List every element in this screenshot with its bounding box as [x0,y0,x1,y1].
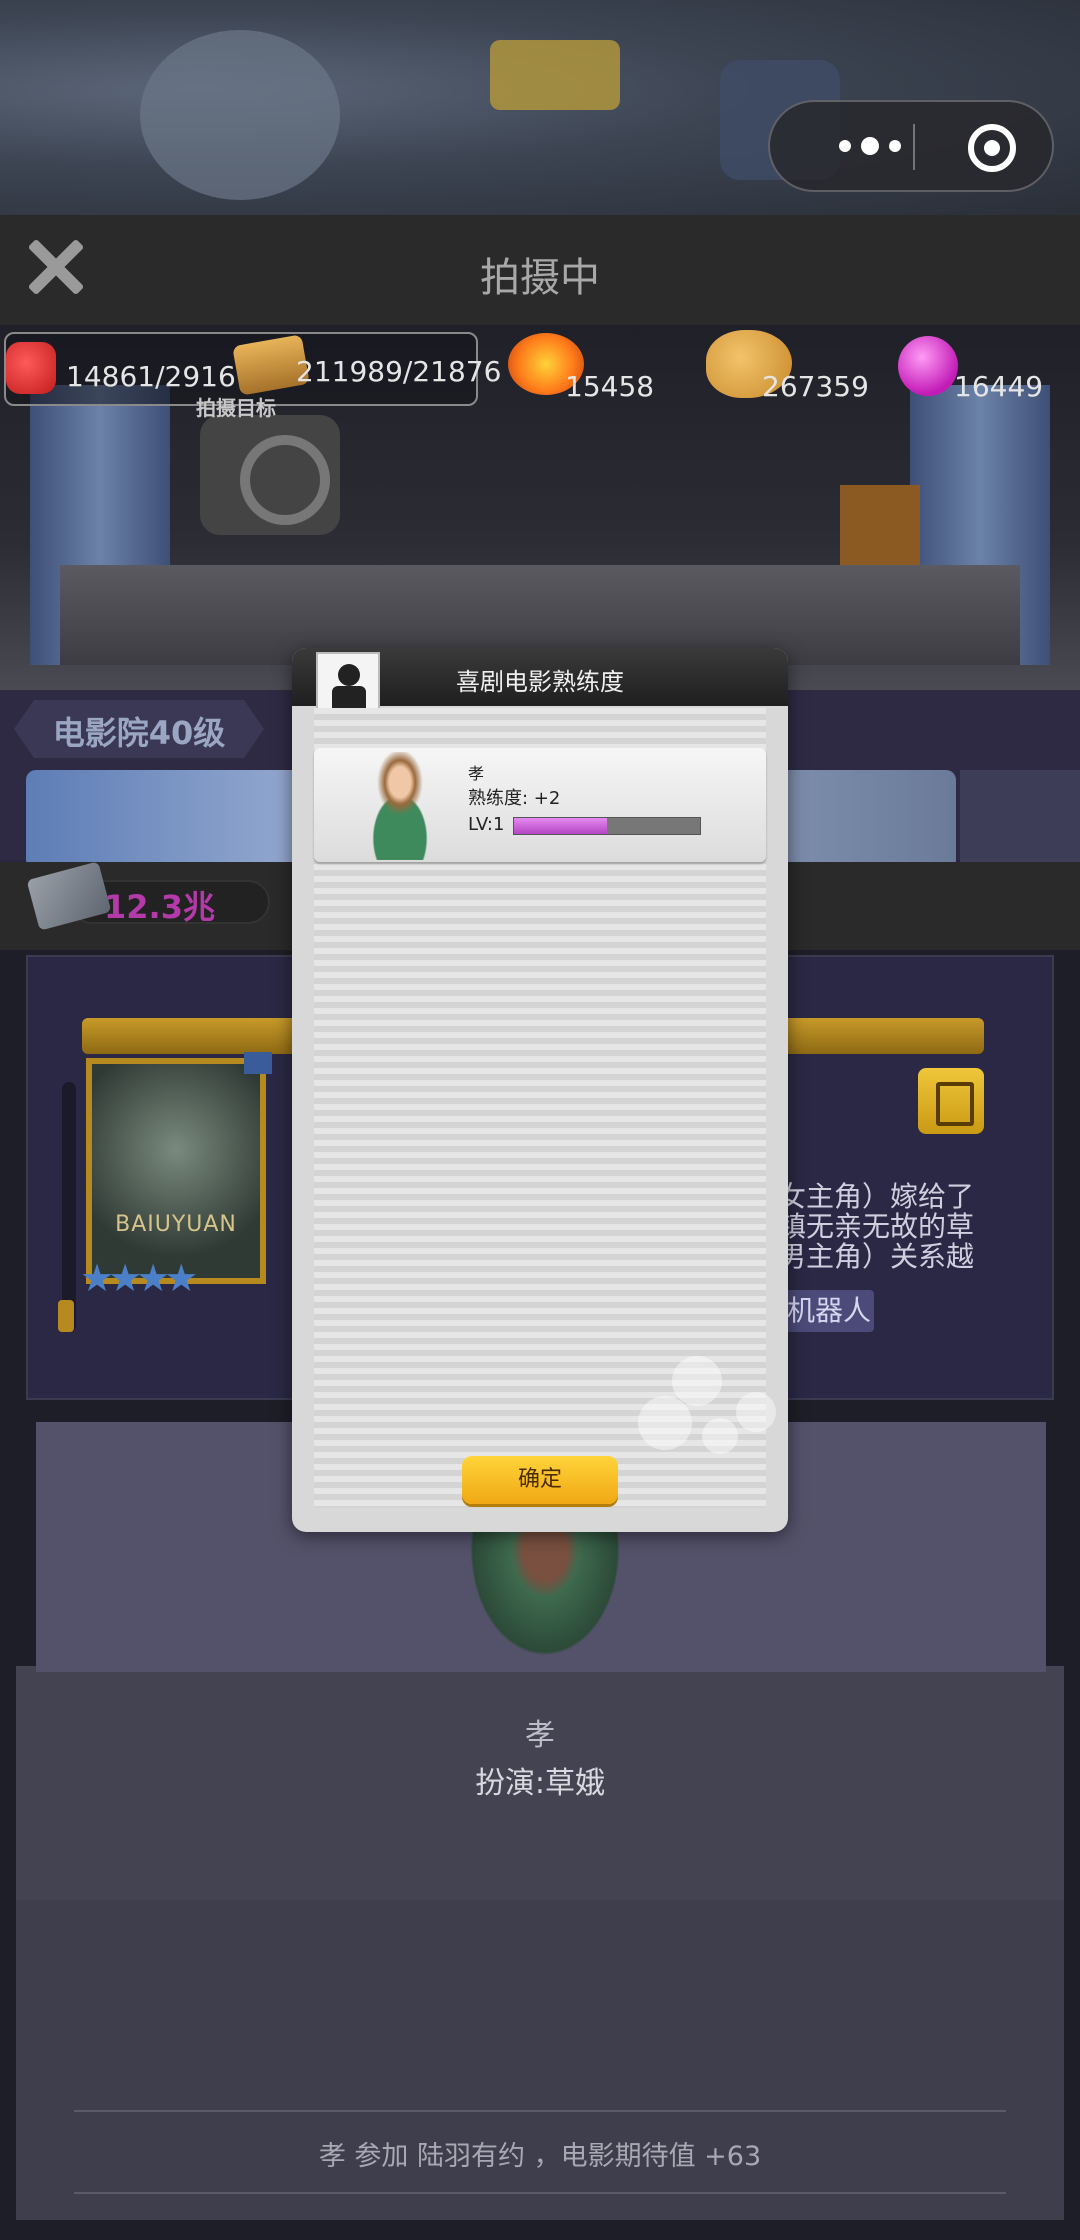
poster-title: BAIUYUAN [115,1212,237,1237]
decor-bubble [672,1356,722,1406]
cinema-level-text: 电影院40级 [52,714,226,752]
character-avatar [346,752,454,860]
level-progress-fill [514,818,607,834]
resource-value: 211989/21876 [296,355,502,388]
resource-value: 15458 [565,370,655,403]
confirm-button[interactable]: 确定 [462,1456,618,1504]
actor-name: 孝 [525,1718,555,1753]
role-tag: 机器人 [784,1290,874,1332]
resource-value: 16449 [954,370,1044,403]
divider [74,2110,1006,2112]
header-bar: 拍摄中 [0,215,1080,325]
edit-button[interactable] [918,1068,984,1134]
game-screen: 拍摄中 14861/29167 211989/21876 拍摄目标 15458 … [0,0,1080,2240]
film-synopsis: 女主角）嫁给了 镇无亲无故的草 男主角）关系越 [778,1180,975,1273]
poster-badge-icon [244,1052,272,1074]
actor-figure [460,1520,630,1670]
divider [74,2192,1006,2194]
decor-bubble [736,1392,776,1432]
miniprogram-capsule [768,100,1054,192]
gem-icon [898,336,958,396]
more-icon[interactable] [810,102,930,190]
scene-blob [140,30,340,200]
decor-bubble [702,1418,738,1454]
film-camera-icon [200,415,340,535]
close-target-icon[interactable] [968,124,1016,172]
actor-role: 扮演:草娥 [474,1766,606,1801]
film-poster[interactable] [86,1058,266,1284]
resource-value: 267359 [762,370,869,403]
shooting-target-label: 拍摄目标 [196,396,276,420]
bench-prop [840,485,920,565]
film-rating-stars: ★★★★ [80,1256,198,1300]
level-progress-bar [513,817,701,835]
capsule-divider [913,124,915,170]
comedy-mask-icon [6,342,56,394]
page-title: 拍摄中 [480,255,600,301]
resource-value: 14861/29167 [66,360,254,393]
level-label: LV:1 [468,814,505,835]
money-value: 12.3兆 [104,888,215,926]
character-name: 孝 [468,764,485,783]
proficiency-gain: 熟练度: +2 [468,788,561,809]
decor-bubble [638,1396,692,1450]
cinema-building-right [960,770,1080,870]
footer-message: 孝 参加 陆羽有约 ，电影期待值 +63 [318,2141,762,2172]
film-scrollbar-knob[interactable] [58,1300,74,1332]
scene-blob [490,40,620,110]
film-scrollbar[interactable] [62,1082,76,1332]
